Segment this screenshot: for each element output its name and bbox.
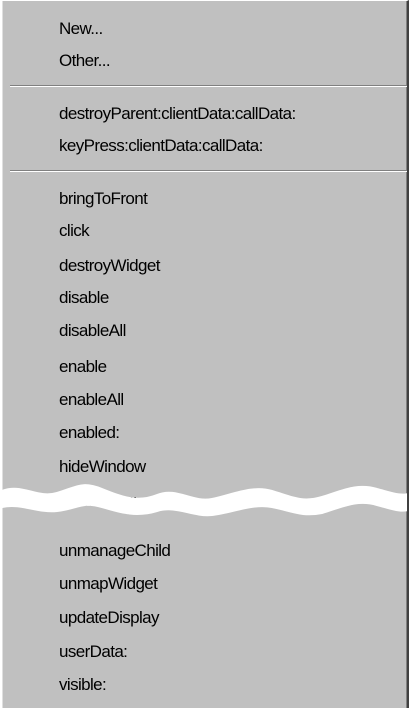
menu-item-visible[interactable]: visible: [59, 669, 107, 701]
menu-item-unmanagechild[interactable]: unmanageChild [59, 535, 171, 567]
menu-item-keypress[interactable]: keyPress:clientData:callData: [59, 130, 263, 162]
menu-item-userdata[interactable]: userData: [59, 636, 128, 668]
menu-item-new[interactable]: New... [59, 13, 103, 45]
menu-item-disableall[interactable]: disableAll [59, 315, 126, 347]
menu-item-destroywidget[interactable]: destroyWidget [59, 250, 160, 282]
menu-item-other[interactable]: Other... [59, 45, 111, 77]
menu-item-updatedisplay[interactable]: updateDisplay [59, 602, 160, 634]
menu-item-unmapwidget[interactable]: unmapWidget [59, 568, 158, 600]
menu-item-click[interactable]: click [59, 215, 90, 247]
menu-item-destroyparent[interactable]: destroyParent:clientData:callData: [59, 98, 296, 130]
menu-item-bringtofront[interactable]: bringToFront [59, 183, 148, 215]
menu-item-enabled[interactable]: enabled: [59, 417, 120, 449]
torn-edge-break [2, 484, 407, 517]
menu-item-disable[interactable]: disable [59, 282, 109, 314]
menu-separator [10, 170, 407, 172]
menu-item-enable[interactable]: enable [59, 351, 107, 383]
menu-separator [10, 85, 407, 87]
menu-item-enableall[interactable]: enableAll [59, 384, 124, 416]
context-menu: New... Other... destroyParent:clientData… [0, 0, 409, 708]
